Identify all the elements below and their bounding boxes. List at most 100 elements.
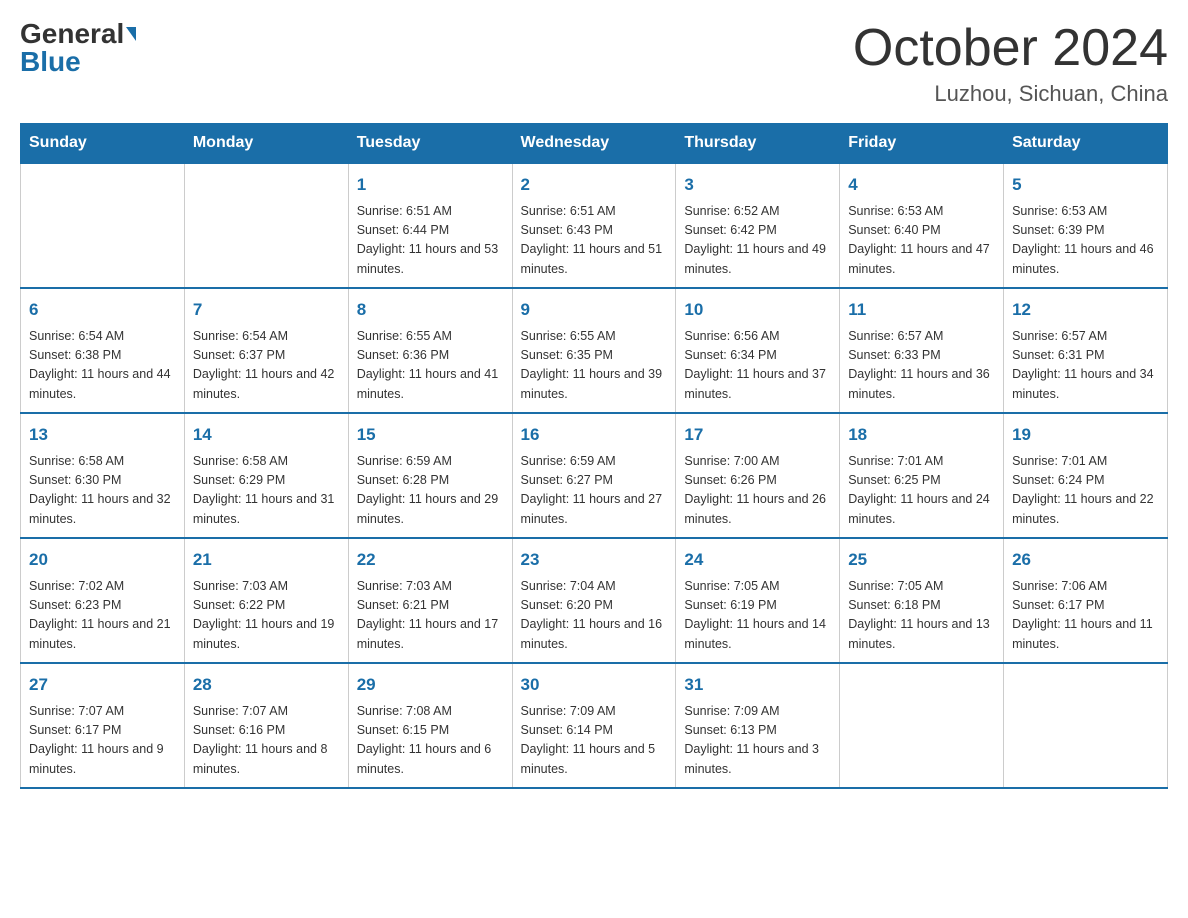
day-number: 8 [357,297,504,323]
calendar-cell: 4Sunrise: 6:53 AM Sunset: 6:40 PM Daylig… [840,163,1004,288]
calendar-cell: 17Sunrise: 7:00 AM Sunset: 6:26 PM Dayli… [676,413,840,538]
calendar-cell: 10 Sunrise: 6:56 AM Sunset: 6:34 PM Dayli… [676,288,840,413]
day-info: Sunrise: 7:07 AM Sunset: 6:17 PM Dayligh… [29,702,176,780]
day-info: Sunrise: 6:59 AM Sunset: 6:27 PM Dayligh… [521,452,668,530]
day-number: 11 [848,297,995,323]
day-info: Sunrise: 6:57 AM Sunset: 6:31 PM Dayligh… [1012,327,1159,405]
weekday-header-row: SundayMondayTuesdayWednesdayThursdayFrid… [21,124,1168,164]
weekday-header-friday: Friday [840,124,1004,164]
day-info: Sunrise: 6:55 AM Sunset: 6:36 PM Dayligh… [357,327,504,405]
calendar-cell: 21 Sunrise: 7:03 AM Sunset: 6:22 PM Dayli… [184,538,348,663]
day-number: 15 [357,422,504,448]
location-title: Luzhou, Sichuan, China [853,81,1168,107]
calendar-cell: 2 Sunrise: 6:51 AM Sunset: 6:43 PM Daylig… [512,163,676,288]
day-info: Sunrise: 6:58 AM Sunset: 6:30 PM Dayligh… [29,452,176,530]
day-number: 24 [684,547,831,573]
calendar-cell: 20 Sunrise: 7:02 AM Sunset: 6:23 PM Dayli… [21,538,185,663]
calendar-cell: 6 Sunrise: 6:54 AM Sunset: 6:38 PM Daylig… [21,288,185,413]
day-info: Sunrise: 6:56 AM Sunset: 6:34 PM Dayligh… [684,327,831,405]
calendar-cell [21,163,185,288]
calendar-cell: 26 Sunrise: 7:06 AM Sunset: 6:17 PM Dayli… [1004,538,1168,663]
day-info: Sunrise: 6:55 AM Sunset: 6:35 PM Dayligh… [521,327,668,405]
day-number: 12 [1012,297,1159,323]
calendar-cell: 29 Sunrise: 7:08 AM Sunset: 6:15 PM Dayli… [348,663,512,788]
day-number: 28 [193,672,340,698]
day-number: 16 [521,422,668,448]
calendar-cell: 5 Sunrise: 6:53 AM Sunset: 6:39 PM Daylig… [1004,163,1168,288]
calendar-cell: 18 Sunrise: 7:01 AM Sunset: 6:25 PM Dayli… [840,413,1004,538]
day-number: 20 [29,547,176,573]
day-info: Sunrise: 6:54 AM Sunset: 6:37 PM Dayligh… [193,327,340,405]
calendar-cell: 23Sunrise: 7:04 AM Sunset: 6:20 PM Dayli… [512,538,676,663]
day-info: Sunrise: 7:06 AM Sunset: 6:17 PM Dayligh… [1012,577,1159,655]
calendar-cell: 24 Sunrise: 7:05 AM Sunset: 6:19 PM Dayli… [676,538,840,663]
day-info: Sunrise: 7:04 AM Sunset: 6:20 PM Dayligh… [521,577,668,655]
day-number: 1 [357,172,504,198]
calendar-cell: 16 Sunrise: 6:59 AM Sunset: 6:27 PM Dayli… [512,413,676,538]
day-number: 10 [684,297,831,323]
calendar-cell: 12 Sunrise: 6:57 AM Sunset: 6:31 PM Dayli… [1004,288,1168,413]
calendar-cell: 7Sunrise: 6:54 AM Sunset: 6:37 PM Daylig… [184,288,348,413]
weekday-header-tuesday: Tuesday [348,124,512,164]
calendar-cell: 13 Sunrise: 6:58 AM Sunset: 6:30 PM Dayli… [21,413,185,538]
calendar-cell: 14Sunrise: 6:58 AM Sunset: 6:29 PM Dayli… [184,413,348,538]
logo: General Blue [20,20,136,76]
day-info: Sunrise: 7:01 AM Sunset: 6:25 PM Dayligh… [848,452,995,530]
calendar-cell: 31Sunrise: 7:09 AM Sunset: 6:13 PM Dayli… [676,663,840,788]
day-number: 22 [357,547,504,573]
calendar-cell: 15 Sunrise: 6:59 AM Sunset: 6:28 PM Dayli… [348,413,512,538]
day-number: 25 [848,547,995,573]
day-info: Sunrise: 7:03 AM Sunset: 6:22 PM Dayligh… [193,577,340,655]
week-row-1: 1Sunrise: 6:51 AM Sunset: 6:44 PM Daylig… [21,163,1168,288]
day-number: 6 [29,297,176,323]
day-info: Sunrise: 7:05 AM Sunset: 6:18 PM Dayligh… [848,577,995,655]
day-number: 13 [29,422,176,448]
day-info: Sunrise: 6:54 AM Sunset: 6:38 PM Dayligh… [29,327,176,405]
day-number: 14 [193,422,340,448]
calendar-cell: 30 Sunrise: 7:09 AM Sunset: 6:14 PM Dayli… [512,663,676,788]
day-info: Sunrise: 7:05 AM Sunset: 6:19 PM Dayligh… [684,577,831,655]
calendar-cell [1004,663,1168,788]
day-number: 26 [1012,547,1159,573]
day-info: Sunrise: 6:53 AM Sunset: 6:39 PM Dayligh… [1012,202,1159,280]
month-title: October 2024 [853,20,1168,77]
day-info: Sunrise: 7:07 AM Sunset: 6:16 PM Dayligh… [193,702,340,780]
day-info: Sunrise: 7:08 AM Sunset: 6:15 PM Dayligh… [357,702,504,780]
day-number: 5 [1012,172,1159,198]
day-number: 3 [684,172,831,198]
calendar-cell [840,663,1004,788]
day-info: Sunrise: 6:53 AM Sunset: 6:40 PM Dayligh… [848,202,995,280]
weekday-header-monday: Monday [184,124,348,164]
day-info: Sunrise: 6:59 AM Sunset: 6:28 PM Dayligh… [357,452,504,530]
weekday-header-saturday: Saturday [1004,124,1168,164]
day-info: Sunrise: 7:03 AM Sunset: 6:21 PM Dayligh… [357,577,504,655]
day-number: 18 [848,422,995,448]
calendar-cell [184,163,348,288]
day-info: Sunrise: 7:09 AM Sunset: 6:13 PM Dayligh… [684,702,831,780]
week-row-4: 20 Sunrise: 7:02 AM Sunset: 6:23 PM Dayli… [21,538,1168,663]
day-number: 19 [1012,422,1159,448]
logo-triangle-icon [126,27,136,41]
calendar-cell: 22 Sunrise: 7:03 AM Sunset: 6:21 PM Dayli… [348,538,512,663]
calendar-cell: 8 Sunrise: 6:55 AM Sunset: 6:36 PM Daylig… [348,288,512,413]
calendar-cell: 19Sunrise: 7:01 AM Sunset: 6:24 PM Dayli… [1004,413,1168,538]
day-info: Sunrise: 7:09 AM Sunset: 6:14 PM Dayligh… [521,702,668,780]
week-row-3: 13 Sunrise: 6:58 AM Sunset: 6:30 PM Dayli… [21,413,1168,538]
day-number: 21 [193,547,340,573]
day-number: 2 [521,172,668,198]
calendar-cell: 11Sunrise: 6:57 AM Sunset: 6:33 PM Dayli… [840,288,1004,413]
week-row-5: 27Sunrise: 7:07 AM Sunset: 6:17 PM Dayli… [21,663,1168,788]
day-number: 9 [521,297,668,323]
day-info: Sunrise: 7:00 AM Sunset: 6:26 PM Dayligh… [684,452,831,530]
calendar-cell: 28 Sunrise: 7:07 AM Sunset: 6:16 PM Dayli… [184,663,348,788]
calendar-cell: 1Sunrise: 6:51 AM Sunset: 6:44 PM Daylig… [348,163,512,288]
day-number: 29 [357,672,504,698]
day-number: 30 [521,672,668,698]
page-header: General Blue October 2024 Luzhou, Sichua… [20,20,1168,107]
weekday-header-thursday: Thursday [676,124,840,164]
calendar-cell: 9 Sunrise: 6:55 AM Sunset: 6:35 PM Daylig… [512,288,676,413]
day-info: Sunrise: 7:02 AM Sunset: 6:23 PM Dayligh… [29,577,176,655]
logo-general-text: General [20,20,124,48]
calendar-cell: 3Sunrise: 6:52 AM Sunset: 6:42 PM Daylig… [676,163,840,288]
day-info: Sunrise: 6:51 AM Sunset: 6:43 PM Dayligh… [521,202,668,280]
